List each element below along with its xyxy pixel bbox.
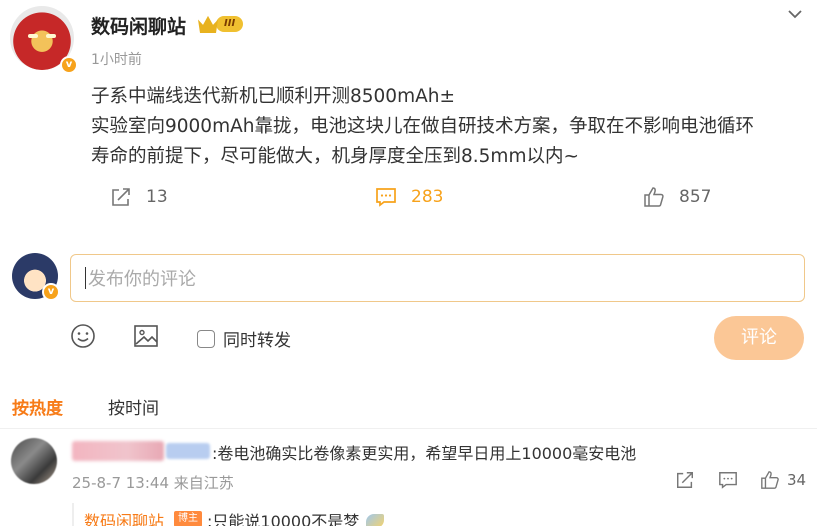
comment-icon — [719, 472, 737, 489]
share-icon — [677, 472, 693, 488]
repost-count: 13 — [146, 187, 168, 207]
repost-checkbox[interactable]: 同时转发 — [197, 326, 291, 351]
post-text-line: 寿命的前提下，尽可能做大，机身厚度全压到8.5mm以内~ — [91, 146, 579, 167]
level-label: III — [216, 16, 244, 32]
comment-count: 283 — [411, 187, 444, 207]
post-text-line: 实验室向9000mAh靠拢，电池这块儿在做自研技术方案，争取在不影响电池循环 — [91, 116, 754, 137]
thumbs-up-icon — [761, 471, 779, 489]
divider — [0, 428, 817, 429]
tab-sort-time[interactable]: 按时间 — [108, 394, 159, 419]
comment-placeholder: 发布你的评论 — [88, 269, 196, 290]
chevron-down-icon[interactable] — [786, 4, 804, 28]
comment-reply-button[interactable] — [718, 470, 738, 490]
verified-badge-icon: v — [60, 56, 78, 74]
comment-like-count: 34 — [787, 471, 807, 489]
comment-like-button[interactable]: 34 — [760, 470, 806, 490]
tab-sort-hot[interactable]: 按热度 — [12, 394, 63, 419]
thumbs-up-icon — [644, 187, 664, 207]
level-badge[interactable]: III — [198, 14, 244, 34]
submit-comment-button[interactable]: 评论 — [714, 316, 804, 360]
post-text-line: 子系中端线迭代新机已顺利开测8500mAh± — [91, 86, 455, 107]
comment-icon — [376, 188, 396, 207]
like-count: 857 — [679, 187, 712, 207]
emoji-icon[interactable] — [70, 323, 96, 353]
comment-input[interactable]: 发布你的评论 — [70, 254, 805, 302]
crown-icon — [198, 15, 218, 33]
commenter-avatar[interactable] — [11, 438, 57, 484]
author-name[interactable]: 数码闲聊站 — [91, 12, 186, 39]
text-cursor — [85, 267, 86, 289]
comment-button[interactable]: 283 — [375, 186, 443, 208]
like-button[interactable]: 857 — [643, 186, 711, 208]
repost-checkbox-label: 同时转发 — [223, 331, 291, 351]
comment-text: :卷电池确实比卷像素更实用，希望早日用上10000毫安电池 — [212, 444, 637, 463]
reply-author[interactable]: 数码闲聊站 — [84, 508, 164, 526]
reply-text: :只能说10000不是梦 — [207, 508, 385, 526]
reply-text-content: :只能说10000不是梦 — [207, 512, 360, 526]
commenter-badge-blurred — [166, 443, 210, 459]
rocket-emoji-icon — [366, 514, 385, 526]
comment-meta: 25-8-7 13:44 来自江苏 — [72, 474, 234, 492]
checkbox-icon[interactable] — [197, 329, 215, 348]
commenter-name-blurred[interactable] — [72, 441, 164, 461]
reply-indent-line — [72, 503, 74, 526]
post-time: 1小时前 — [91, 52, 142, 68]
verified-badge-icon: v — [42, 283, 60, 301]
comment-share-button[interactable] — [675, 470, 695, 490]
repost-button[interactable]: 13 — [110, 186, 168, 208]
share-icon — [112, 188, 130, 206]
author-badge: 博主 — [174, 511, 202, 526]
image-icon[interactable] — [133, 323, 159, 353]
